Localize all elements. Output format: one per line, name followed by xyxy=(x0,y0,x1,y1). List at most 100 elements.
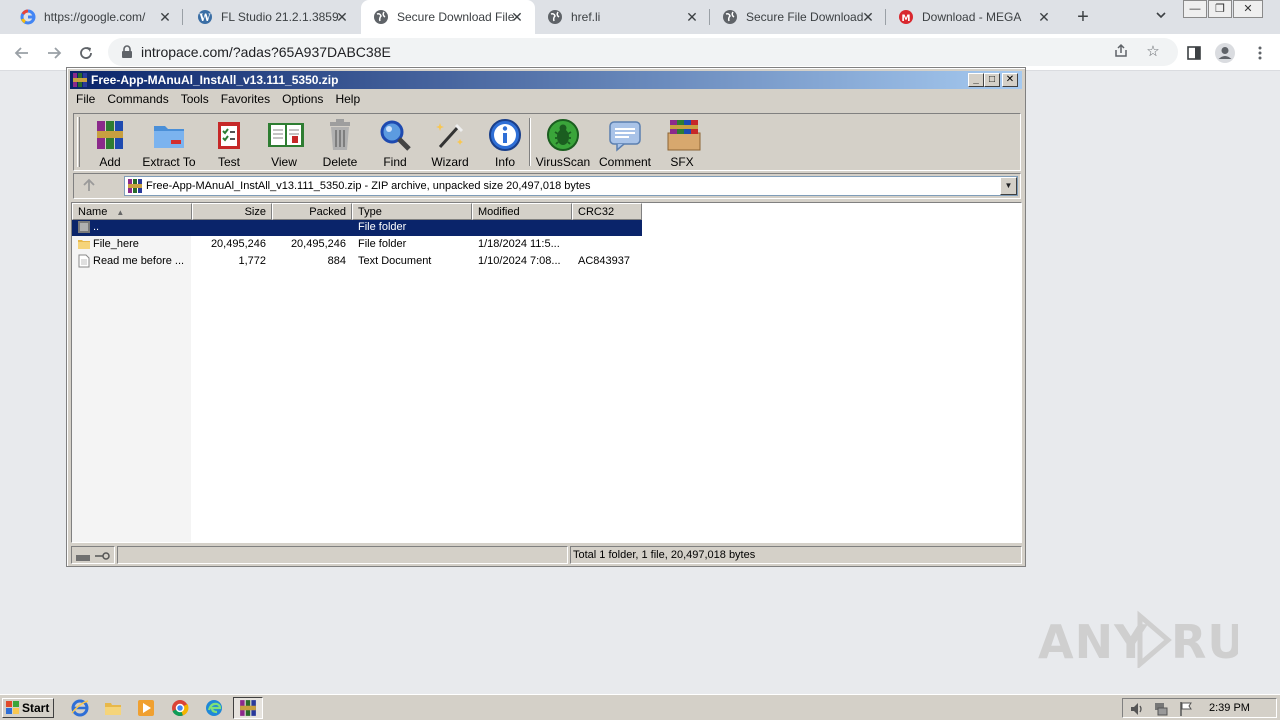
chevron-down-icon[interactable] xyxy=(1153,9,1169,25)
tab-mega[interactable]: M Download - MEGA ✕ xyxy=(886,0,1062,34)
column-header-size[interactable]: Size xyxy=(192,203,272,220)
view-book-icon xyxy=(266,117,304,153)
file-modified: 1/18/2024 11:5... xyxy=(478,238,560,250)
test-clipboard-icon xyxy=(211,117,247,153)
tab-href-li[interactable]: href.li ✕ xyxy=(535,0,710,34)
toolbar-separator xyxy=(529,118,531,166)
sort-ascending-icon: ▲ xyxy=(116,208,125,217)
menu-tools[interactable]: Tools xyxy=(175,90,215,109)
column-header-packed[interactable]: Packed xyxy=(272,203,352,220)
restore-window-button[interactable]: ❐ xyxy=(1208,0,1232,18)
tab-secure-file-download[interactable]: Secure File Download ✕ xyxy=(710,0,886,34)
close-tab-icon[interactable]: ✕ xyxy=(860,9,876,25)
action-center-flag-icon[interactable] xyxy=(1178,701,1194,717)
back-icon[interactable] xyxy=(11,42,33,64)
minimize-window-button[interactable]: — xyxy=(1183,0,1207,18)
menu-help[interactable]: Help xyxy=(329,90,366,109)
volume-icon[interactable] xyxy=(1129,701,1145,717)
extract-to-label: Extract To xyxy=(142,155,196,169)
column-header-name[interactable]: Name ▲ xyxy=(72,203,192,220)
tab-google[interactable]: https://google.com/ ✕ xyxy=(0,0,183,34)
sfx-button[interactable]: SFX xyxy=(654,117,710,169)
lock-icon[interactable] xyxy=(120,45,134,59)
edge-icon[interactable] xyxy=(205,699,223,717)
menu-options[interactable]: Options xyxy=(276,90,329,109)
svg-text:ANY: ANY xyxy=(1038,615,1148,668)
address-bar[interactable]: intropace.com/?adas?65A937DABC38E ☆ xyxy=(108,38,1178,66)
close-button[interactable]: ✕ xyxy=(1002,73,1018,87)
network-icon[interactable] xyxy=(1153,701,1169,717)
anyrun-watermark: ANY RUN xyxy=(1038,608,1280,670)
info-button[interactable]: Info xyxy=(477,117,533,169)
delete-label: Delete xyxy=(322,155,358,169)
find-button[interactable]: Find xyxy=(367,117,423,169)
menu-favorites[interactable]: Favorites xyxy=(215,90,276,109)
winrar-taskbar-icon[interactable] xyxy=(233,697,263,719)
dropdown-arrow-icon[interactable]: ▼ xyxy=(1000,177,1017,195)
toolbar: Add Extract To Test View Delete Find Wiz… xyxy=(73,113,1021,171)
magic-wand-icon xyxy=(432,117,468,153)
chrome-icon[interactable] xyxy=(171,699,189,717)
extract-folder-icon xyxy=(151,117,187,153)
status-drive-panel[interactable] xyxy=(71,546,115,564)
column-header-type[interactable]: Type xyxy=(352,203,472,220)
forward-icon[interactable] xyxy=(43,42,65,64)
table-row[interactable]: File_here 20,495,246 20,495,246 File fol… xyxy=(72,237,642,253)
file-explorer-icon[interactable] xyxy=(104,699,122,717)
column-header-modified[interactable]: Modified xyxy=(472,203,572,220)
share-icon[interactable] xyxy=(1112,43,1130,61)
mega-icon: M xyxy=(898,9,914,25)
tab-title: FL Studio 21.2.1.3859 Cr xyxy=(221,10,343,24)
new-tab-icon[interactable]: + xyxy=(1073,7,1093,27)
tab-title: Secure File Download xyxy=(746,10,864,24)
media-player-icon[interactable] xyxy=(137,699,155,717)
info-label: Info xyxy=(494,155,515,169)
close-tab-icon[interactable]: ✕ xyxy=(1036,9,1052,25)
folder-icon xyxy=(77,237,91,251)
view-label: View xyxy=(271,155,297,169)
up-folder-icon[interactable] xyxy=(80,178,98,194)
menu-kebab-icon[interactable] xyxy=(1249,42,1271,64)
winrar-titlebar[interactable]: Free-App-MAnuAl_InstAll_v13.111_5350.zip… xyxy=(70,71,1022,89)
close-tab-icon[interactable]: ✕ xyxy=(509,9,525,25)
status-selection-panel xyxy=(117,546,568,564)
test-button[interactable]: Test xyxy=(201,117,257,169)
start-button[interactable]: Start xyxy=(2,698,54,718)
archive-path-combobox[interactable]: Free-App-MAnuAl_InstAll_v13.111_5350.zip… xyxy=(124,176,1018,196)
tab-secure-download-file[interactable]: Secure Download File ✕ xyxy=(361,0,535,34)
svg-text:M: M xyxy=(902,14,911,24)
maximize-button[interactable]: □ xyxy=(984,73,1000,87)
close-tab-icon[interactable]: ✕ xyxy=(684,9,700,25)
sfx-box-icon xyxy=(664,117,701,153)
view-button[interactable]: View xyxy=(256,117,312,169)
column-name-label: Name xyxy=(78,206,108,218)
menu-file[interactable]: File xyxy=(70,90,101,109)
reload-icon[interactable] xyxy=(75,42,97,64)
column-header-crc32[interactable]: CRC32 xyxy=(572,203,642,220)
close-window-button[interactable]: ✕ xyxy=(1233,0,1263,18)
table-row[interactable]: Read me before ... 1,772 884 Text Docume… xyxy=(72,254,642,270)
add-button[interactable]: Add xyxy=(82,117,138,169)
internet-explorer-icon[interactable] xyxy=(71,699,89,717)
side-panel-icon[interactable] xyxy=(1183,42,1205,64)
tab-fl-studio[interactable]: W FL Studio 21.2.1.3859 Cr ✕ xyxy=(180,0,360,34)
profile-avatar-icon[interactable] xyxy=(1214,42,1236,64)
table-row[interactable]: .. File folder xyxy=(72,220,642,236)
wizard-button[interactable]: Wizard xyxy=(422,117,478,169)
winrar-app-icon xyxy=(72,72,88,88)
close-tab-icon[interactable]: ✕ xyxy=(157,9,173,25)
bookmark-star-icon[interactable]: ☆ xyxy=(1144,43,1162,61)
virusscan-button[interactable]: VirusScan xyxy=(533,117,593,169)
text-document-icon xyxy=(77,254,91,268)
extract-to-button[interactable]: Extract To xyxy=(138,117,200,169)
comment-button[interactable]: Comment xyxy=(594,117,656,169)
delete-button[interactable]: Delete xyxy=(312,117,368,169)
drive-icon xyxy=(76,551,90,565)
file-name: .. xyxy=(93,221,100,233)
minimize-button[interactable]: _ xyxy=(968,73,984,87)
toolbar-grip xyxy=(77,117,80,167)
archive-path-text: Free-App-MAnuAl_InstAll_v13.111_5350.zip… xyxy=(146,180,591,192)
close-tab-icon[interactable]: ✕ xyxy=(334,9,350,25)
wordpress-icon: W xyxy=(197,9,213,25)
menu-commands[interactable]: Commands xyxy=(101,90,174,109)
